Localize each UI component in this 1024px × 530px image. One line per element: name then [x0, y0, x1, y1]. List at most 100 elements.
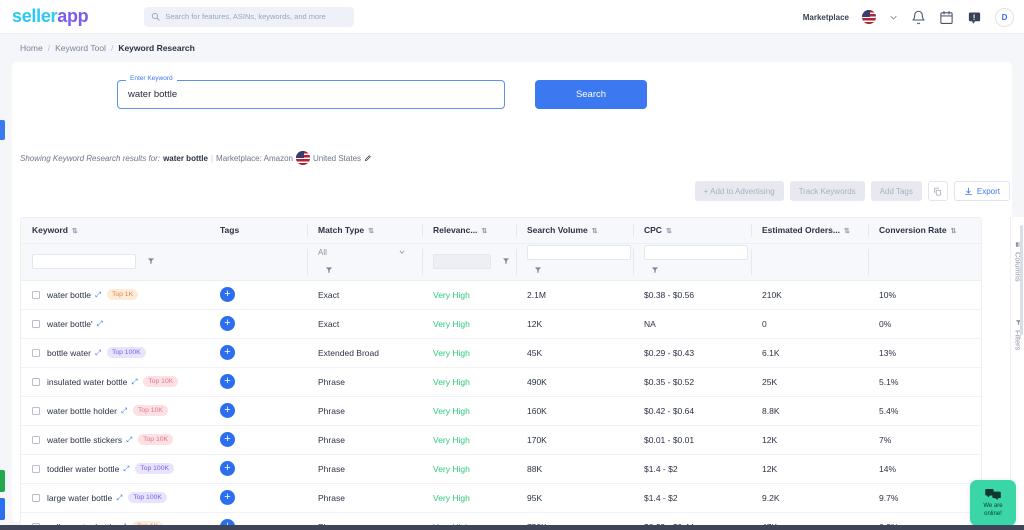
avatar[interactable]: D	[995, 8, 1014, 27]
add-tag-button[interactable]: +	[220, 403, 235, 418]
add-tag-button[interactable]: +	[220, 316, 235, 331]
table-row[interactable]: water bottle'⤢+ExactVery High12KNA00%	[21, 309, 982, 338]
column-header-cpc[interactable]: CPC⇅	[633, 218, 751, 243]
table-row[interactable]: water bottle holder⤢Top 10K+PhraseVery H…	[21, 396, 982, 425]
column-header-keyword[interactable]: Keyword⇅	[21, 218, 209, 243]
export-label: Export	[977, 187, 1000, 196]
breadcrumb-home[interactable]: Home	[20, 43, 43, 53]
add-tag-button[interactable]: +	[220, 490, 235, 505]
cell-relevance: Very High	[422, 280, 516, 309]
cell-match-type-value: Extended Broad	[318, 348, 379, 358]
external-link-icon[interactable]: ⤢	[95, 348, 101, 357]
table-row[interactable]: insulated water bottle⤢Top 10K+PhraseVer…	[21, 367, 982, 396]
row-checkbox[interactable]	[32, 494, 40, 502]
cell-estimated-orders-value: 9.2K	[762, 493, 780, 503]
search-icon	[151, 12, 160, 21]
keyword-filter-input[interactable]	[32, 254, 136, 269]
filter-funnel-icon[interactable]	[651, 266, 659, 274]
cell-relevance: Very High	[422, 367, 516, 396]
cell-match-type-value: Phrase	[318, 406, 345, 416]
external-link-icon[interactable]: ⤢	[97, 319, 103, 328]
add-tag-button[interactable]: +	[220, 345, 235, 360]
relevance-filter-input[interactable]	[433, 254, 491, 269]
keyword-text: water bottle'	[47, 319, 93, 329]
global-search-input[interactable]: Search for features, ASINs, keywords, an…	[144, 7, 354, 27]
cell-search-volume-value: 490K	[527, 377, 547, 387]
cell-cpc-value: $0.42 - $0.64	[644, 406, 694, 416]
add-tags-button[interactable]: Add Tags	[871, 181, 922, 201]
column-header-search-volume[interactable]: Search Volume⇅	[516, 218, 633, 243]
cell-relevance: Very High	[422, 454, 516, 483]
column-header-estimated-orders[interactable]: Estimated Orders...⇅	[751, 218, 868, 243]
cell-cpc: $1.4 - $2	[633, 454, 751, 483]
table-row[interactable]: large water bottle⤢Top 100K+PhraseVery H…	[21, 483, 982, 512]
column-header-match-type[interactable]: Match Type⇅	[307, 218, 422, 243]
sort-icon: ⇅	[481, 228, 487, 235]
sort-icon: ⇅	[951, 228, 957, 235]
bell-icon[interactable]	[911, 10, 926, 25]
calendar-icon[interactable]	[939, 10, 954, 25]
global-search-placeholder: Search for features, ASINs, keywords, an…	[165, 12, 326, 21]
chat-widget[interactable]: We are online!	[970, 480, 1016, 526]
filter-funnel-icon[interactable]	[147, 257, 155, 265]
table-row[interactable]: water bottle stickers⤢Top 10K+PhraseVery…	[21, 425, 982, 454]
left-edge-marker-blue[interactable]	[0, 120, 5, 140]
add-to-advertising-button[interactable]: + Add to Advertising	[695, 181, 784, 201]
cell-search-volume: 88K	[516, 454, 633, 483]
row-checkbox[interactable]	[32, 320, 40, 328]
table-vertical-scrollbar[interactable]	[1020, 225, 1023, 335]
cell-match-type: Phrase	[307, 367, 422, 396]
cell-tags: +	[209, 396, 307, 425]
track-keywords-button[interactable]: Track Keywords	[790, 181, 865, 201]
left-edge-marker-blue-2[interactable]	[0, 498, 5, 520]
external-link-icon[interactable]: ⤢	[116, 493, 122, 502]
external-link-icon[interactable]: ⤢	[95, 290, 101, 299]
cell-conversion-rate: 0%	[868, 309, 982, 338]
marketplace-label: Marketplace	[803, 13, 849, 22]
pencil-icon[interactable]	[364, 154, 372, 162]
external-link-icon[interactable]: ⤢	[121, 406, 127, 415]
row-checkbox[interactable]	[32, 378, 40, 386]
app-logo[interactable]: sellerapp	[12, 6, 88, 27]
column-header-tags[interactable]: Tags	[209, 218, 307, 243]
external-link-icon[interactable]: ⤢	[126, 435, 132, 444]
feedback-icon[interactable]	[967, 10, 982, 25]
external-link-icon[interactable]: ⤢	[131, 377, 137, 386]
external-link-icon[interactable]: ⤢	[123, 464, 129, 473]
table-row[interactable]: toddler water bottle⤢Top 100K+PhraseVery…	[21, 454, 982, 483]
match-type-select[interactable]: All	[318, 248, 406, 257]
filter-funnel-icon[interactable]	[534, 266, 542, 274]
row-checkbox[interactable]	[32, 407, 40, 415]
keyword-input-legend: Enter Keyword	[126, 75, 177, 82]
add-tag-button[interactable]: +	[220, 374, 235, 389]
column-header-relevance[interactable]: Relevanc...⇅	[422, 218, 516, 243]
keyword-text: toddler water bottle	[47, 464, 119, 474]
cpc-filter-input[interactable]	[644, 245, 748, 260]
chevron-down-icon[interactable]	[889, 13, 898, 22]
results-summary-pipe: |	[211, 154, 213, 163]
cell-search-volume: 12K	[516, 309, 633, 338]
search-button[interactable]: Search	[535, 80, 647, 109]
filter-funnel-icon[interactable]	[502, 257, 510, 265]
row-checkbox[interactable]	[32, 465, 40, 473]
row-checkbox[interactable]	[32, 349, 40, 357]
table-row[interactable]: water bottle⤢Top 1K+ExactVery High2.1M$0…	[21, 280, 982, 309]
add-tag-button[interactable]: +	[220, 287, 235, 302]
row-checkbox[interactable]	[32, 291, 40, 299]
column-header-conversion-rate[interactable]: Conversion Rate⇅	[868, 218, 982, 243]
add-tag-button[interactable]: +	[220, 432, 235, 447]
filter-funnel-icon[interactable]	[325, 266, 333, 274]
keyword-input[interactable]	[117, 80, 505, 109]
table-row[interactable]: bottle water⤢Top 100K+Extended BroadVery…	[21, 338, 982, 367]
search-volume-filter-input[interactable]	[527, 245, 631, 260]
keyword-field-wrapper: Enter Keyword	[117, 80, 505, 109]
row-checkbox[interactable]	[32, 436, 40, 444]
export-button[interactable]: Export	[954, 181, 1010, 201]
page-horizontal-scrollbar[interactable]	[0, 525, 1024, 530]
left-edge-marker-green[interactable]	[0, 470, 5, 492]
add-tag-button[interactable]: +	[220, 461, 235, 476]
copy-button[interactable]	[928, 181, 948, 201]
cell-cpc-value: $0.38 - $0.56	[644, 290, 694, 300]
top-bar: sellerapp Search for features, ASINs, ke…	[0, 0, 1024, 34]
breadcrumb-keyword-tool[interactable]: Keyword Tool	[55, 43, 106, 53]
